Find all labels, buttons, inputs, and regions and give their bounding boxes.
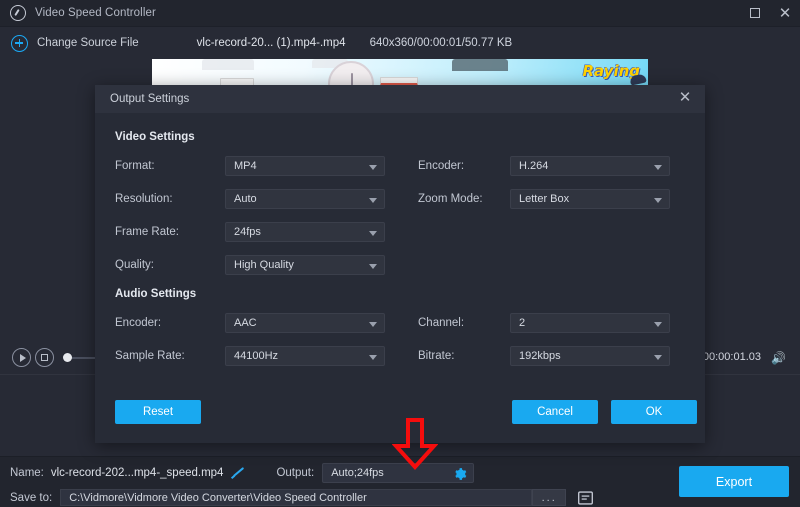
save-to-label: Save to: [10, 492, 52, 504]
gear-icon[interactable] [453, 467, 467, 481]
quality-value: High Quality [234, 259, 294, 271]
video-encoder-value: H.264 [519, 160, 548, 172]
red-down-arrow-icon [392, 418, 438, 470]
application-window: Video Speed Controller ✕ Change Source F… [0, 0, 800, 507]
settings-row: Resolution: Auto Zoom Mode: Letter Box [95, 189, 705, 209]
output-settings-dialog: Output Settings ✕ Video Settings Format:… [95, 85, 705, 443]
bitrate-value: 192kbps [519, 350, 561, 362]
pencil-icon[interactable] [231, 466, 244, 479]
save-to-path-value: C:\Vidmore\Vidmore Video Converter\Video… [69, 492, 367, 504]
video-encoder-label: Encoder: [418, 160, 510, 172]
chevron-down-icon [369, 165, 377, 170]
play-icon[interactable] [12, 348, 31, 367]
frame-rate-label: Frame Rate: [115, 226, 225, 238]
chevron-down-icon [654, 198, 662, 203]
plus-circle-icon[interactable] [11, 35, 28, 52]
speaker-icon[interactable]: 🔊 [771, 351, 786, 365]
cancel-button[interactable]: Cancel [512, 400, 598, 424]
chevron-down-icon [369, 264, 377, 269]
browse-button[interactable]: ... [532, 489, 566, 506]
zoom-mode-value: Letter Box [519, 193, 569, 205]
zoom-mode-label: Zoom Mode: [418, 193, 510, 205]
chevron-down-icon [369, 231, 377, 236]
settings-row: Frame Rate: 24fps [95, 222, 705, 242]
settings-row: Quality: High Quality [95, 255, 705, 275]
stop-icon[interactable] [35, 348, 54, 367]
dialog-body: Video Settings Format: MP4 Encoder: H.26… [95, 113, 705, 443]
video-encoder-select[interactable]: H.264 [510, 156, 670, 176]
timecode-display: 00:00:01.03 [703, 351, 761, 363]
dialog-header: Output Settings ✕ [95, 85, 705, 113]
folder-icon[interactable] [577, 490, 594, 506]
audio-encoder-label: Encoder: [115, 317, 225, 329]
sample-rate-label: Sample Rate: [115, 350, 225, 362]
output-name-value: vlc-record-202...mp4-_speed.mp4 [51, 467, 224, 479]
speed-gauge-icon [10, 5, 26, 21]
frame-rate-value: 24fps [234, 226, 261, 238]
seek-handle[interactable] [63, 353, 72, 362]
ok-button[interactable]: OK [611, 400, 697, 424]
source-file-meta: 640x360/00:00:01/50.77 KB [370, 37, 513, 49]
format-label: Format: [115, 160, 225, 172]
bitrate-select[interactable]: 192kbps [510, 346, 670, 366]
chevron-down-icon [654, 355, 662, 360]
audio-encoder-select[interactable]: AAC [225, 313, 385, 333]
close-icon[interactable]: ✕ [770, 0, 800, 27]
sample-rate-value: 44100Hz [234, 350, 278, 362]
settings-row: Encoder: AAC Channel: 2 [95, 313, 705, 333]
dialog-title: Output Settings [110, 93, 189, 105]
chevron-down-icon [369, 355, 377, 360]
video-settings-heading: Video Settings [115, 131, 705, 143]
quality-select[interactable]: High Quality [225, 255, 385, 275]
close-icon[interactable]: ✕ [676, 89, 694, 107]
settings-row: Sample Rate: 44100Hz Bitrate: 192kbps [95, 346, 705, 366]
resolution-value: Auto [234, 193, 257, 205]
channel-select[interactable]: 2 [510, 313, 670, 333]
format-select[interactable]: MP4 [225, 156, 385, 176]
maximize-icon[interactable] [740, 0, 770, 27]
chevron-down-icon [369, 198, 377, 203]
resolution-select[interactable]: Auto [225, 189, 385, 209]
reset-button[interactable]: Reset [115, 400, 201, 424]
format-value: MP4 [234, 160, 257, 172]
chevron-down-icon [654, 322, 662, 327]
export-button[interactable]: Export [679, 466, 789, 497]
settings-row: Format: MP4 Encoder: H.264 [95, 156, 705, 176]
channel-value: 2 [519, 317, 525, 329]
output-label: Output: [276, 467, 314, 479]
name-label: Name: [10, 467, 44, 479]
channel-label: Channel: [418, 317, 510, 329]
audio-encoder-value: AAC [234, 317, 257, 329]
source-file-name: vlc-record-20... (1).mp4-.mp4 [197, 37, 346, 49]
quality-label: Quality: [115, 259, 225, 271]
save-to-path-field[interactable]: C:\Vidmore\Vidmore Video Converter\Video… [60, 489, 532, 506]
output-format-value: Auto;24fps [331, 467, 384, 479]
bitrate-label: Bitrate: [418, 350, 510, 362]
chevron-down-icon [369, 322, 377, 327]
chevron-down-icon [654, 165, 662, 170]
audio-settings-heading: Audio Settings [115, 288, 705, 300]
resolution-label: Resolution: [115, 193, 225, 205]
title-bar: Video Speed Controller ✕ [0, 0, 800, 27]
window-title: Video Speed Controller [35, 7, 156, 19]
sample-rate-select[interactable]: 44100Hz [225, 346, 385, 366]
change-source-file-button[interactable]: Change Source File [37, 37, 139, 49]
zoom-mode-select[interactable]: Letter Box [510, 189, 670, 209]
source-toolbar: Change Source File vlc-record-20... (1).… [0, 27, 800, 59]
frame-rate-select[interactable]: 24fps [225, 222, 385, 242]
window-controls: ✕ [740, 0, 800, 27]
